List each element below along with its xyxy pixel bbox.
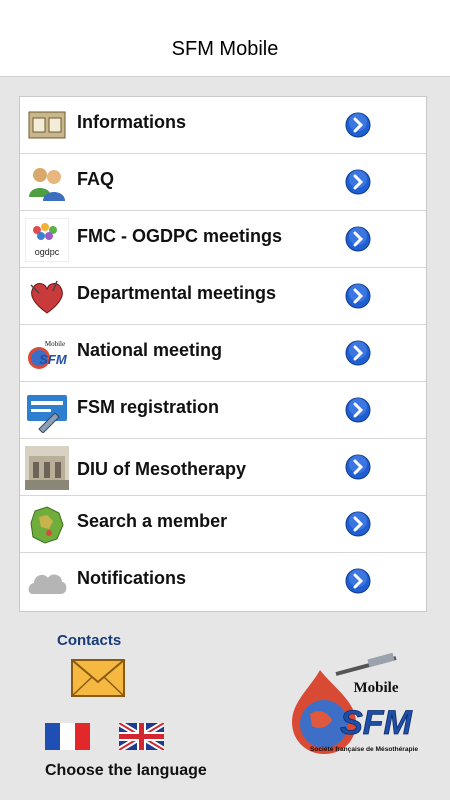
svg-text:Mobile: Mobile [354, 680, 399, 696]
chevron-right-icon[interactable] [345, 340, 371, 366]
menu-item-label: Informations [77, 112, 187, 132]
menu-item-label: FMC - OGDPC meetings [77, 226, 283, 246]
french-flag-icon[interactable] [45, 723, 90, 750]
form-pen-icon [27, 395, 67, 433]
menu-item-faq[interactable]: FAQ [20, 154, 426, 211]
chevron-right-icon[interactable] [345, 226, 371, 252]
menu-item-label: National meeting [77, 340, 223, 360]
menu-item-informations[interactable]: Informations [20, 97, 426, 154]
choose-language-label: Choose the language [45, 762, 207, 779]
menu-item-label: Departmental meetings [77, 283, 277, 303]
ogdpc-logo-icon: ogdpc [25, 218, 69, 262]
chevron-right-icon[interactable] [345, 112, 371, 138]
calendar-icon [28, 111, 66, 139]
sfm-mobile-logo: Mobile SFM Société française de Mésothér… [292, 652, 418, 754]
chevron-right-icon[interactable] [345, 169, 371, 195]
cloud-icon [28, 574, 67, 594]
chevron-right-icon[interactable] [345, 397, 371, 423]
mail-icon[interactable] [70, 656, 126, 700]
menu-item-label: FSM registration [77, 397, 220, 417]
france-map-icon [30, 506, 64, 544]
chevron-right-icon[interactable] [345, 568, 371, 594]
menu-item-departmental[interactable]: Departmental meetings [20, 268, 426, 325]
menu-item-label: Notifications [77, 568, 187, 588]
menu-list: Informations FAQ ogdpc FMC - OGDPC meeti… [19, 96, 427, 612]
menu-item-notifications[interactable]: Notifications [20, 553, 426, 610]
menu-item-diu[interactable]: DIU of Mesotherapy [20, 439, 426, 496]
menu-item-label: Search a member [77, 511, 228, 531]
page-title: SFM Mobile [171, 38, 279, 60]
svg-text:ogdpc: ogdpc [35, 247, 60, 257]
chevron-right-icon[interactable] [345, 511, 371, 537]
menu-item-label: FAQ [77, 169, 115, 189]
navigation-bar: SFM Mobile [0, 0, 450, 77]
menu-item-national-meeting[interactable]: SFM Mobile National meeting [20, 325, 426, 382]
menu-item-label: DIU of Mesotherapy [77, 459, 247, 479]
uk-flag-icon[interactable] [119, 723, 164, 750]
building-photo-icon [25, 446, 69, 490]
svg-text:SFM: SFM [39, 352, 68, 367]
svg-text:SFM: SFM [340, 704, 412, 742]
chevron-right-icon[interactable] [345, 283, 371, 309]
svg-text:Société française de Mésothéra: Société française de Mésothérapie [310, 746, 418, 753]
users-icon [29, 168, 65, 201]
sfm-logo-icon: SFM Mobile [28, 340, 68, 369]
heart-icon [30, 280, 63, 314]
contacts-label[interactable]: Contacts [57, 632, 121, 649]
menu-item-fsm-registration[interactable]: FSM registration [20, 382, 426, 439]
menu-item-fmc-ogdpc[interactable]: ogdpc FMC - OGDPC meetings [20, 211, 426, 268]
chevron-right-icon[interactable] [345, 454, 371, 480]
svg-text:Mobile: Mobile [45, 340, 65, 348]
menu-item-search-member[interactable]: Search a member [20, 496, 426, 553]
